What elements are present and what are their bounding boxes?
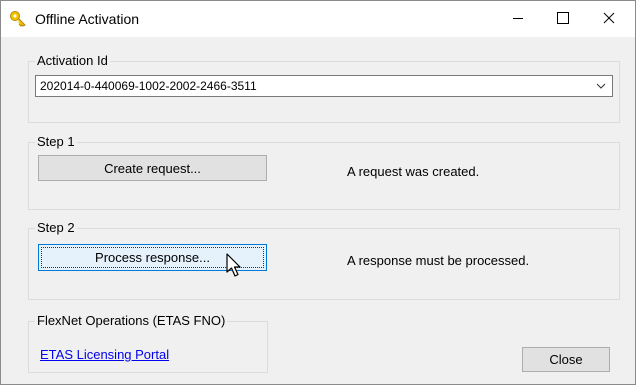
maximize-icon (557, 11, 569, 27)
etas-licensing-portal-link[interactable]: ETAS Licensing Portal (40, 347, 169, 362)
activation-id-label: Activation Id (35, 53, 110, 68)
minimize-button[interactable] (496, 1, 540, 37)
step2-label: Step 2 (35, 220, 77, 235)
offline-activation-window: Offline Activation Activation Id 202014-… (0, 0, 636, 385)
close-button-label: Close (549, 352, 583, 367)
step1-label: Step 1 (35, 134, 77, 149)
minimize-icon (512, 12, 524, 27)
maximize-button[interactable] (541, 1, 585, 37)
title-bar[interactable]: Offline Activation (1, 1, 635, 37)
key-icon (9, 10, 29, 28)
chevron-down-icon[interactable] (595, 80, 607, 92)
step1-status: A request was created. (347, 164, 480, 179)
window-close-button[interactable] (587, 1, 631, 37)
activation-id-combobox[interactable]: 202014-0-440069-1002-2002-2466-3511 (35, 75, 613, 97)
create-request-label: Create request... (104, 160, 201, 176)
step2-status: A response must be processed. (347, 253, 530, 268)
flexnet-label: FlexNet Operations (ETAS FNO) (35, 313, 228, 328)
mouse-pointer-icon (226, 253, 244, 279)
window-title: Offline Activation (35, 11, 140, 27)
close-icon (603, 12, 615, 27)
create-request-button[interactable]: Create request... (38, 155, 267, 181)
close-button[interactable]: Close (522, 347, 610, 372)
activation-id-value: 202014-0-440069-1002-2002-2466-3511 (40, 79, 257, 93)
